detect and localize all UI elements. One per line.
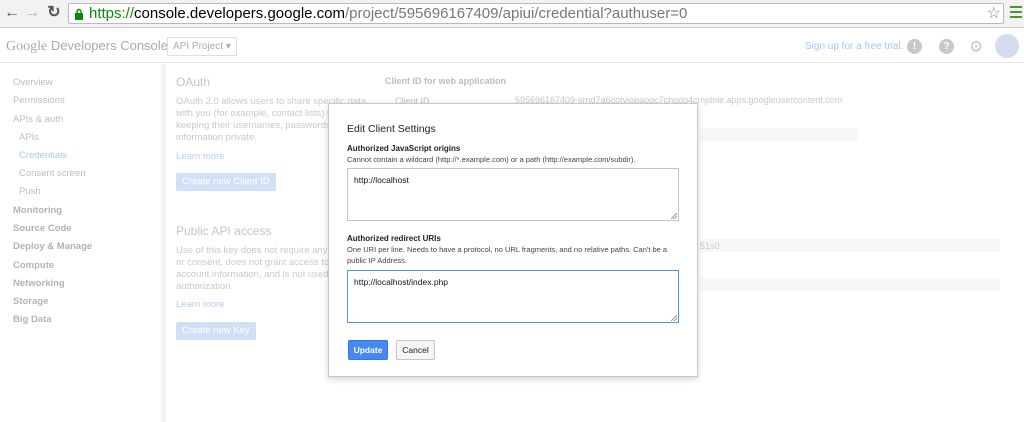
key-detail-bar	[700, 239, 1000, 252]
dialog-title: Edit Client Settings	[347, 123, 436, 135]
avatar[interactable]	[995, 34, 1019, 58]
bookmark-star-icon[interactable]: ☆	[987, 4, 1001, 23]
public-api-title: Public API access	[176, 224, 272, 238]
sidebar-item-monitoring[interactable]: Monitoring	[13, 205, 62, 216]
oauth-desc-line: with you (for example, contact lists) wh…	[176, 108, 349, 119]
logo-product: Developers Console	[50, 38, 168, 53]
redirect-help-text: One URI per line. Needs to have a protoc…	[347, 245, 668, 265]
url-path: /project/595696167409/apiui/credential?a…	[345, 5, 688, 22]
help-icon[interactable]: ?	[939, 39, 954, 54]
key-detail-bar	[700, 278, 1000, 291]
client-detail-bar	[700, 128, 858, 141]
browser-toolbar: ← → ↻ https://console.developers.google.…	[0, 0, 1024, 28]
url-scheme: https://	[89, 5, 135, 22]
gear-icon[interactable]: ⚙	[969, 37, 983, 57]
sidebar-item-deploy-manage[interactable]: Deploy & Manage	[13, 241, 92, 252]
back-arrow-icon[interactable]: ←	[3, 4, 21, 22]
sidebar: Overview Permissions APIs & auth APIs Cr…	[0, 64, 161, 422]
create-client-id-button[interactable]: Create new Client ID	[176, 173, 276, 191]
logo-google: Google	[6, 39, 48, 54]
url-host: console.developers.google.com	[134, 5, 345, 22]
chevron-down-icon: ▾	[225, 41, 231, 52]
sidebar-divider	[161, 64, 166, 422]
sidebar-item-compute[interactable]: Compute	[13, 260, 54, 271]
sidebar-item-apis-auth[interactable]: APIs & auth	[13, 114, 63, 125]
update-button[interactable]: Update	[348, 340, 388, 360]
sidebar-item-overview[interactable]: Overview	[13, 77, 53, 88]
sidebar-item-permissions[interactable]: Permissions	[13, 95, 65, 106]
project-select[interactable]: API Project ▾	[167, 37, 237, 56]
sidebar-item-source-code[interactable]: Source Code	[13, 223, 72, 234]
sidebar-item-storage[interactable]: Storage	[13, 296, 48, 307]
signup-link[interactable]: Sign up for a free trial.	[805, 41, 903, 52]
javascript-origins-field[interactable]: http://localhost	[347, 168, 679, 221]
create-key-button[interactable]: Create new Key	[176, 322, 256, 340]
oauth-learn-more-link[interactable]: Learn more	[176, 151, 225, 162]
sidebar-item-push[interactable]: Push	[19, 186, 41, 197]
browser-menu-icon[interactable]	[1010, 6, 1022, 20]
key-fragment: 51s0	[700, 241, 720, 251]
sidebar-item-credentials[interactable]: Credentials	[19, 150, 67, 161]
redirect-uris-field[interactable]: http://localhost/index.php	[347, 270, 679, 323]
sidebar-item-big-data[interactable]: Big Data	[13, 314, 52, 325]
app-header: Google Developers Console API Project ▾ …	[0, 29, 1024, 63]
client-section-title: Client ID for web application	[385, 76, 507, 86]
public-api-desc-line: or consent, does not grant access to any	[176, 257, 348, 268]
public-learn-more-link[interactable]: Learn more	[176, 299, 225, 310]
origins-label: Authorized JavaScript origins	[347, 144, 461, 153]
redirect-value: http://localhost/index.php	[354, 277, 449, 287]
notification-icon[interactable]: !	[907, 39, 922, 54]
oauth-title: OAuth	[176, 75, 211, 89]
edit-client-settings-dialog: Edit Client Settings Authorized JavaScri…	[328, 103, 698, 377]
forward-arrow-icon[interactable]: →	[23, 4, 41, 22]
lock-icon	[75, 8, 83, 20]
address-bar[interactable]: https://console.developers.google.com/pr…	[68, 3, 1004, 24]
origins-help-text: Cannot contain a wildcard (http://*.exam…	[347, 155, 636, 164]
public-api-desc-line: account information, and is not used for	[176, 269, 343, 280]
reload-icon[interactable]: ↻	[45, 4, 63, 22]
sidebar-item-networking[interactable]: Networking	[13, 278, 65, 289]
public-api-desc-line: authorization.	[176, 281, 234, 292]
redirect-label: Authorized redirect URIs	[347, 234, 441, 243]
console-logo[interactable]: Google Developers Console	[6, 38, 168, 55]
cancel-button[interactable]: Cancel	[396, 340, 435, 360]
sidebar-item-apis[interactable]: APIs	[19, 132, 39, 143]
sidebar-item-consent-screen[interactable]: Consent screen	[19, 168, 86, 179]
resize-handle-icon[interactable]	[671, 315, 677, 321]
project-select-label: API Project	[173, 41, 224, 52]
origins-value: http://localhost	[354, 175, 409, 185]
oauth-desc-line: information private.	[176, 132, 257, 143]
resize-handle-icon[interactable]	[671, 213, 677, 219]
